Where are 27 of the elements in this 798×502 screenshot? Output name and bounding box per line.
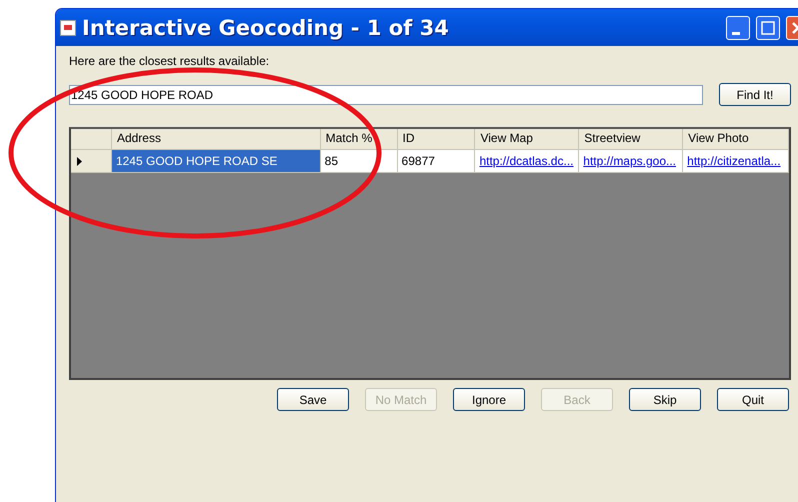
- action-button[interactable]: Ignore: [453, 388, 525, 411]
- column-header[interactable]: Address: [112, 129, 321, 150]
- link-cell[interactable]: http://maps.goo...: [579, 150, 684, 173]
- link-cell[interactable]: http://citizenatla...: [683, 150, 790, 173]
- grid-corner: [71, 129, 112, 150]
- column-header[interactable]: ID: [398, 129, 476, 150]
- minimize-icon: [732, 32, 740, 35]
- column-header[interactable]: Match %: [320, 129, 398, 150]
- column-header[interactable]: View Photo: [683, 129, 790, 150]
- minimize-button[interactable]: [726, 16, 750, 40]
- action-button[interactable]: Quit: [717, 388, 789, 411]
- link-cell[interactable]: http://dcatlas.dc...: [475, 150, 580, 173]
- action-button[interactable]: Skip: [629, 388, 701, 411]
- table-cell: 85: [320, 150, 398, 173]
- action-button[interactable]: Save: [277, 388, 349, 411]
- prompt-label: Here are the closest results available:: [69, 54, 270, 70]
- maximize-button[interactable]: [756, 16, 780, 40]
- row-pointer-icon: [77, 156, 82, 166]
- column-header[interactable]: Streetview: [579, 129, 684, 150]
- row-header[interactable]: [71, 150, 112, 173]
- find-button[interactable]: Find It!: [719, 83, 791, 106]
- table-cell: 1245 GOOD HOPE ROAD SE: [112, 150, 321, 173]
- maximize-icon: [761, 20, 775, 34]
- app-icon: [60, 20, 76, 36]
- table-cell: 69877: [398, 150, 476, 173]
- column-header[interactable]: View Map: [475, 129, 580, 150]
- window-title: Interactive Geocoding - 1 of 34: [82, 16, 450, 40]
